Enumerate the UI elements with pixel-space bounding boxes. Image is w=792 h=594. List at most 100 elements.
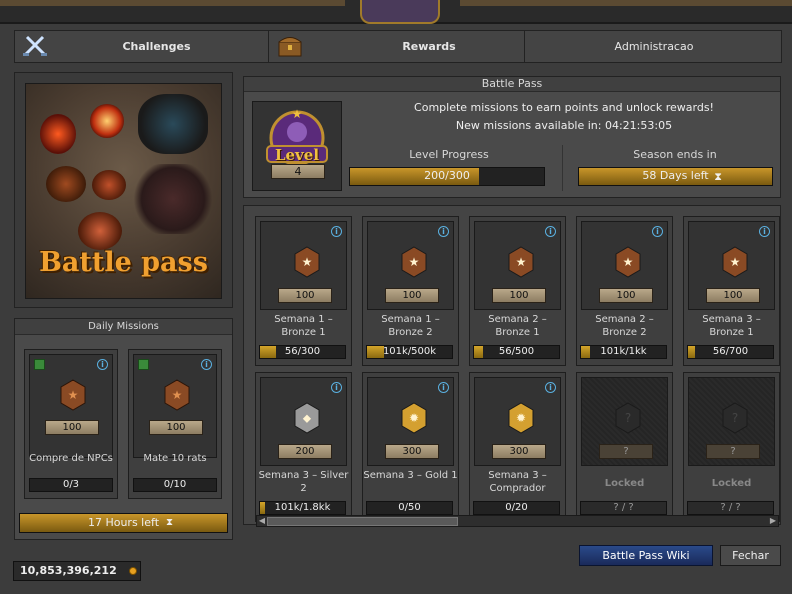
horizontal-scrollbar[interactable]: ◀ ▶ (256, 515, 779, 527)
svg-text:✹: ✹ (516, 411, 526, 425)
mission-progress-bar: 0/50 (366, 501, 453, 515)
info-icon[interactable]: i (201, 359, 212, 370)
mission-progress-bar: 101k/1.8kk (259, 501, 346, 515)
info-icon[interactable]: i (331, 382, 342, 393)
tab-challenges-label: Challenges (122, 40, 191, 53)
mission-name: Semana 2 – Bronze 2 (595, 314, 654, 338)
info-icon[interactable]: i (652, 226, 663, 237)
svg-text:★: ★ (516, 255, 527, 269)
svg-text:✹: ✹ (409, 411, 419, 425)
bronze-badge-icon: ★ (508, 246, 534, 278)
level-progress-bar: 200/300 (349, 167, 545, 186)
mission-frame: i ★ 100 (367, 221, 454, 310)
scroll-right-arrow-icon[interactable]: ▶ (768, 516, 778, 526)
info-icon[interactable]: i (759, 226, 770, 237)
mission-frame: i ★ 100 (260, 221, 347, 310)
mission-name: Semana 2 – Bronze 1 (488, 314, 547, 338)
bronze-badge-icon: ★ (615, 246, 641, 278)
tab-rewards[interactable]: Rewards (270, 31, 525, 62)
bronze-badge-icon: ★ (722, 246, 748, 278)
mission-name: Compre de NPCs (29, 453, 113, 464)
svg-text:★: ★ (68, 388, 79, 402)
mission-progress-bar: 101k/1kk (580, 345, 667, 359)
mission-name: Semana 3 – Bronze 1 (702, 314, 761, 338)
mission-progress-text: ? / ? (613, 502, 634, 513)
locked-mission-card[interactable]: ? ? Locked ? / ? (683, 372, 780, 522)
demon-creature-icon (134, 164, 212, 234)
gold-balance: 10,853,396,212 (13, 561, 141, 581)
mission-frame: i ★ 100 (581, 221, 668, 310)
weekly-mission-card[interactable]: i ⬥ 200 Semana 3 – Silver 2 101k/1.8kk (255, 372, 352, 522)
battle-pass-panel: Battle Pass ★ Level 4 Complete missions … (243, 76, 781, 198)
mission-name: Semana 1 – Bronze 1 (274, 314, 333, 338)
info-icon[interactable]: i (438, 382, 449, 393)
tab-challenges[interactable]: Challenges (15, 31, 269, 62)
daily-missions-title: Daily Missions (15, 319, 232, 335)
mission-points: 100 (45, 420, 99, 435)
locked-badge-icon: ? (722, 402, 748, 434)
weekly-mission-card[interactable]: i ★ 100 Semana 2 – Bronze 1 56/500 (469, 216, 566, 366)
description-line-2: New missions available in: 04:21:53:05 (455, 119, 673, 132)
close-button[interactable]: Fechar (720, 545, 781, 566)
bronze-badge-icon: ★ (294, 246, 320, 278)
battle-pass-wiki-button[interactable]: Battle Pass Wiki (579, 545, 713, 566)
svg-text:★: ★ (172, 388, 183, 402)
mission-progress-text: 56/300 (284, 346, 321, 357)
weekly-mission-card[interactable]: i ★ 100 Semana 1 – Bronze 2 101k/500k (362, 216, 459, 366)
weekly-mission-card[interactable]: i ★ 100 Semana 2 – Bronze 2 101k/1kk (576, 216, 673, 366)
top-bar (0, 0, 792, 24)
mission-frame: ? ? (688, 377, 775, 466)
hourglass-icon: ⧗ (714, 170, 722, 183)
info-icon[interactable]: i (438, 226, 449, 237)
tab-administracao[interactable]: Administracao (526, 31, 782, 62)
gold-amount: 10,853,396,212 (20, 564, 117, 577)
mission-progress-bar: 56/500 (473, 345, 560, 359)
mission-progress-bar: 0/3 (29, 478, 113, 492)
battle-pass-description: Complete missions to earn points and unl… (352, 99, 776, 135)
daily-mission-card[interactable]: i ★ 100 Compre de NPCs 0/3 (24, 349, 118, 499)
info-icon[interactable]: i (331, 226, 342, 237)
weekly-mission-card[interactable]: i ✹ 300 Semana 3 – Gold 1 0/50 (362, 372, 459, 522)
locked-mission-card[interactable]: ? ? Locked ? / ? (576, 372, 673, 522)
info-icon[interactable]: i (97, 359, 108, 370)
weekly-missions-grid: i ★ 100 Semana 1 – Bronze 1 56/300 i ★ 1… (243, 205, 781, 527)
dragon-creature-icon (138, 94, 208, 154)
svg-text:★: ★ (730, 255, 741, 269)
weekly-mission-card[interactable]: i ★ 100 Semana 1 – Bronze 1 56/300 (255, 216, 352, 366)
locked-badge-icon: ? (615, 402, 641, 434)
boots-item-icon (92, 170, 126, 200)
mission-progress-bar: 56/700 (687, 345, 774, 359)
top-strip-left (0, 0, 345, 6)
tab-administracao-label: Administracao (614, 40, 694, 53)
scroll-left-arrow-icon[interactable]: ◀ (257, 516, 267, 526)
weekly-mission-card[interactable]: i ★ 100 Semana 3 – Bronze 1 56/700 (683, 216, 780, 366)
silver-badge-icon: ⬥ (294, 402, 320, 434)
mission-points: 100 (385, 288, 439, 303)
mission-progress-bar: 56/300 (259, 345, 346, 359)
client-emblem-icon (360, 0, 440, 24)
season-label: Season ends in (633, 148, 717, 161)
daily-mission-card[interactable]: i ★ 100 Mate 10 rats 0/10 (128, 349, 222, 499)
svg-text:★: ★ (623, 255, 634, 269)
mission-name: Semana 3 – Comprador (488, 470, 547, 494)
mission-points: 100 (706, 288, 760, 303)
weapon-item-icon (78, 212, 122, 250)
scrollbar-thumb[interactable] (267, 517, 458, 526)
mission-progress-bar: 0/20 (473, 501, 560, 515)
svg-text:⬥: ⬥ (303, 411, 312, 425)
mission-progress-bar: 0/10 (133, 478, 217, 492)
mission-progress-text: 56/500 (498, 346, 535, 357)
mission-points: ? (599, 444, 653, 459)
mission-progress-bar: ? / ? (687, 501, 774, 515)
info-icon[interactable]: i (545, 382, 556, 393)
description-line-1: Complete missions to earn points and unl… (414, 101, 714, 114)
armor-item-icon (40, 114, 76, 154)
mission-frame: i ✹ 300 (367, 377, 454, 466)
mission-progress-text: 0/10 (163, 479, 187, 490)
weekly-mission-card[interactable]: i ✹ 300 Semana 3 – Comprador 0/20 (469, 372, 566, 522)
info-icon[interactable]: i (545, 226, 556, 237)
season-timer-bar: 58 Days left ⧗ (578, 167, 773, 186)
mission-frame: ? ? (581, 377, 668, 466)
level-number: 4 (271, 164, 325, 179)
gold-coin-icon (129, 567, 137, 575)
